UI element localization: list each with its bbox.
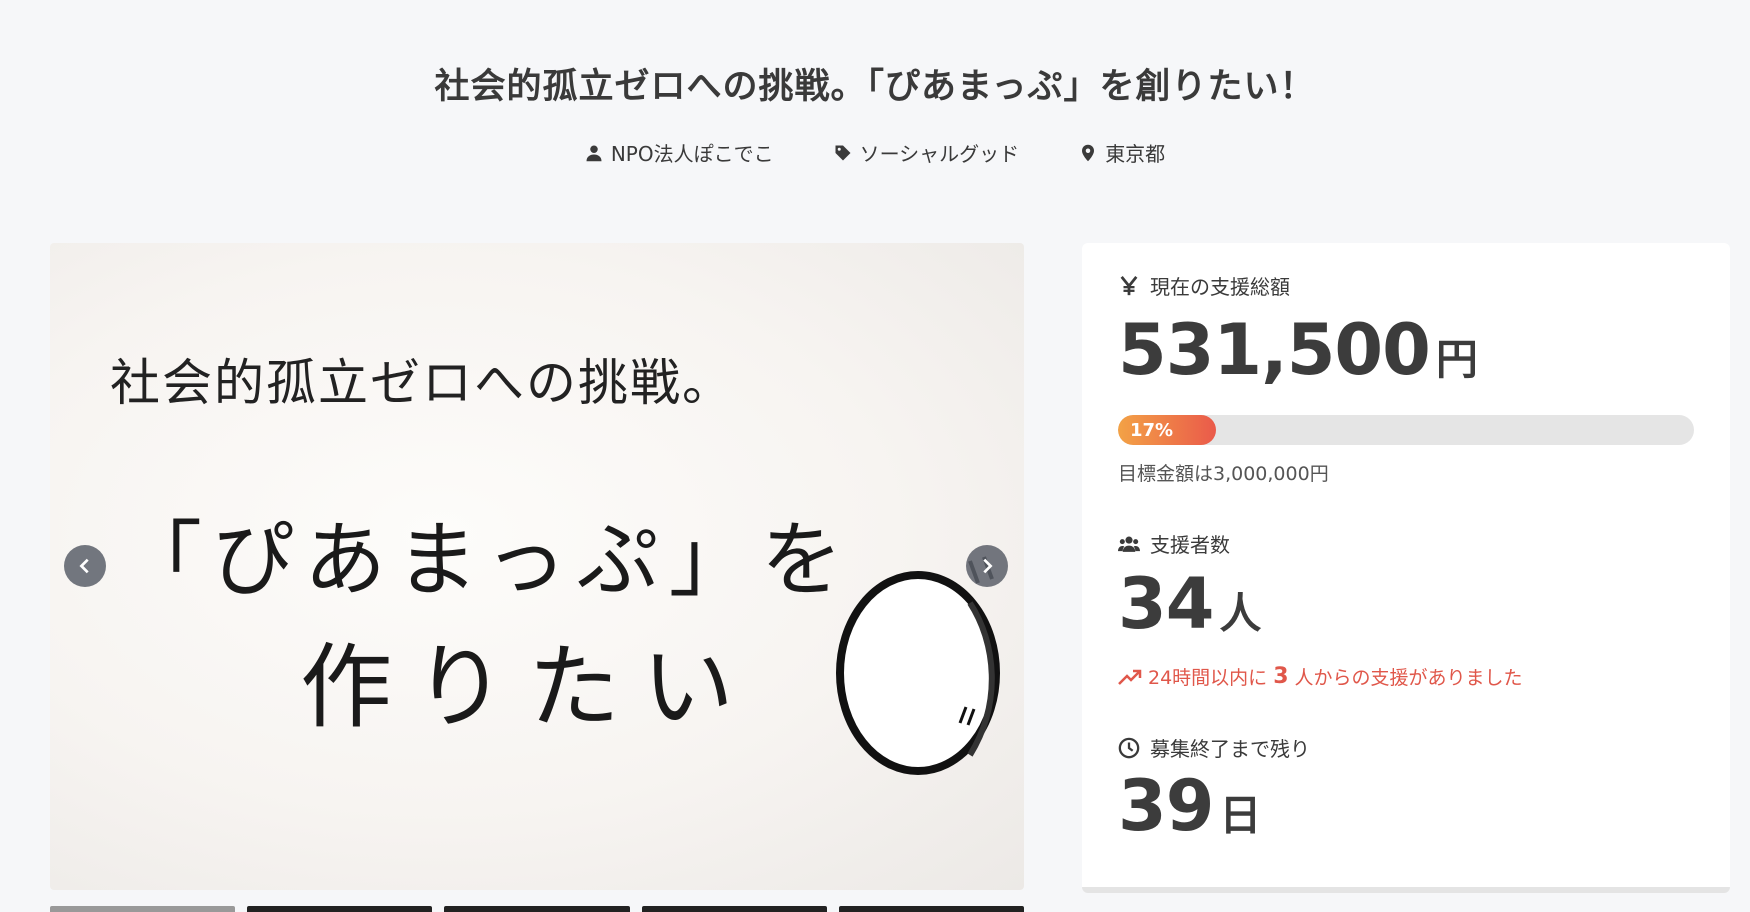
funding-label: 現在の支援総額 — [1118, 271, 1290, 300]
funding-amount-unit: 円 — [1435, 335, 1478, 384]
funding-stats-panel: 現在の支援総額 531,500 円 17% 目標金額は3,000,000円 支援… — [1082, 243, 1730, 893]
remaining-label: 募集終了まで残り — [1118, 733, 1310, 762]
funding-progress-fill: 17% — [1118, 415, 1216, 445]
user-icon — [586, 145, 602, 161]
clock-icon — [1118, 737, 1140, 758]
category-name: ソーシャルグッド — [859, 142, 1020, 166]
chevron-left-icon — [79, 558, 89, 574]
page-title: 社会的孤立ゼロへの挑戦。「ぴあまっぷ」を創りたい！ — [434, 67, 1316, 107]
hero-text-line1: 社会的孤立ゼロへの挑戦。 — [110, 354, 734, 412]
trending-up-icon — [1118, 669, 1142, 685]
funding-amount-value: 531,500 — [1118, 309, 1431, 391]
funding-progress-label: 17% — [1130, 419, 1174, 441]
thumbnail-2[interactable] — [247, 906, 433, 912]
supporters-count-value: 34 — [1118, 563, 1214, 645]
supporters-trend: 24時間以内に 3 人からの支援がありました — [1118, 663, 1523, 690]
category-link[interactable]: ソーシャルグッド — [834, 138, 1020, 167]
owner-name: NPO法人ぽこでこ — [610, 142, 774, 166]
carousel-prev-button[interactable] — [64, 545, 106, 587]
funding-goal: 目標金額は3,000,000円 — [1118, 463, 1329, 485]
map-pin-icon — [1082, 144, 1095, 161]
thumbnail-3[interactable] — [444, 906, 630, 912]
chevron-right-icon — [983, 558, 993, 574]
supporters-count-unit: 人 — [1219, 589, 1262, 638]
owner-link[interactable]: NPO法人ぽこでこ — [585, 138, 774, 167]
trend-prefix: 24時間以内に — [1148, 667, 1268, 689]
carousel-next-button[interactable] — [966, 545, 1008, 587]
carousel-thumbnails — [50, 906, 1025, 912]
tag-icon — [835, 145, 851, 160]
supporters-label-text: 支援者数 — [1150, 533, 1230, 557]
thumbnail-1[interactable] — [50, 906, 236, 912]
remaining-days: 39 日 — [1118, 765, 1261, 847]
hero-text-line2: 「ぴあまっぷ」を — [120, 513, 853, 608]
users-icon — [1118, 536, 1140, 552]
hero-image[interactable]: 社会的孤立ゼロへの挑戦。 「ぴあまっぷ」を 作りたい — [50, 243, 1024, 890]
location-name: 東京都 — [1105, 142, 1166, 166]
trend-suffix: 人からの支援がありました — [1294, 667, 1523, 689]
yen-icon — [1120, 275, 1138, 295]
hero-text-line3: 作りたい — [300, 634, 757, 741]
funding-amount: 531,500 円 — [1118, 309, 1478, 391]
trend-count: 3 — [1273, 664, 1289, 689]
funding-label-text: 現在の支援総額 — [1150, 275, 1290, 299]
remaining-days-unit: 日 — [1219, 791, 1262, 840]
thumbnail-4[interactable] — [641, 906, 827, 912]
project-meta: NPO法人ぽこでこ ソーシャルグッド 東京都 — [0, 138, 1750, 167]
supporters-count: 34 人 — [1118, 563, 1261, 645]
remaining-label-text: 募集終了まで残り — [1150, 737, 1310, 761]
remaining-days-value: 39 — [1118, 765, 1214, 847]
thumbnail-5[interactable] — [838, 906, 1025, 912]
location-link[interactable]: 東京都 — [1079, 138, 1165, 167]
funding-progress-bar: 17% — [1118, 415, 1694, 445]
supporters-label: 支援者数 — [1118, 529, 1230, 558]
